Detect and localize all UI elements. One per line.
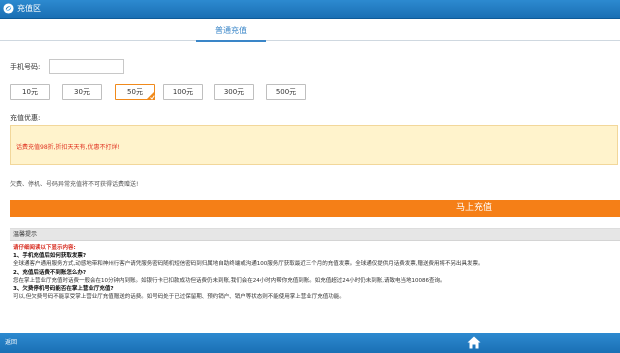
tips-panel: 温馨提示 请仔细阅读以下显示内容: 1、手机充值后如何获取发票? 全球通客户通用… xyxy=(10,228,620,327)
phone-label: 手机号码: xyxy=(10,63,41,71)
app-title: 充值区 xyxy=(17,4,41,13)
tips-body: 请仔细阅读以下显示内容: 1、手机充值后如何获取发票? 全球通客户通用服务方式,… xyxy=(10,241,620,301)
tips-question: 2、充值后话费不到账怎么办? xyxy=(13,269,87,276)
tips-question: 3、欠费停机号码能否在掌上营业厅充值? xyxy=(13,286,114,293)
tips-question: 1、手机充值后如何获取发票? xyxy=(13,253,87,260)
amount-option-300[interactable]: 300元 xyxy=(214,84,254,100)
recharge-button-label: 马上充值 xyxy=(456,203,493,213)
amount-option-100[interactable]: 100元 xyxy=(163,84,203,100)
phone-number-input[interactable] xyxy=(49,59,124,74)
amount-option-10[interactable]: 10元 xyxy=(10,84,50,100)
tips-answer: 可以,但欠费号码不能享受掌上营业厅充值赠送的话费。如号码处于已过保留期、预约销户… xyxy=(13,294,345,301)
china-mobile-logo-icon xyxy=(3,3,14,14)
arrears-notice: 欠费、停机、号码异常充值将不可获得话费赠送! xyxy=(10,181,139,188)
tips-warning: 请仔细阅读以下显示内容: xyxy=(13,245,76,251)
tips-answer: 您在掌上营业厅充值时话费一般会在10分钟内到账。如银行卡已扣款成功但话费仍未到账… xyxy=(13,277,446,284)
tips-answer: 全球通客户通用服务方式,动感地带和神州行客户请凭服务密码随机短信密码到归属地自助… xyxy=(13,261,484,268)
amount-option-500[interactable]: 500元 xyxy=(266,84,306,100)
amount-option-50[interactable]: 50元 xyxy=(115,84,155,100)
amount-option-30[interactable]: 30元 xyxy=(62,84,102,100)
promo-text: 话费充值98折,折扣天天有,优惠不打烊! xyxy=(16,144,120,151)
selected-check-icon xyxy=(146,91,155,100)
promo-title: 充值优惠: xyxy=(10,114,41,122)
home-icon[interactable] xyxy=(467,336,481,349)
bottom-bar: 返回 xyxy=(0,333,620,353)
back-button[interactable]: 返回 xyxy=(5,337,17,348)
amount-options: 10元 30元 50元 100元 300元 500元 xyxy=(0,84,620,100)
promo-box: 话费充值98折,折扣天天有,优惠不打烊! xyxy=(10,125,618,165)
amount-label: 50元 xyxy=(127,88,143,96)
tab-bar: 普通充值 xyxy=(0,22,620,42)
tips-header: 温馨提示 xyxy=(10,229,620,241)
recharge-now-button[interactable]: 马上充值 xyxy=(10,200,620,217)
top-bar: 充值区 xyxy=(0,0,620,19)
tab-regular-recharge[interactable]: 普通充值 xyxy=(196,23,266,42)
